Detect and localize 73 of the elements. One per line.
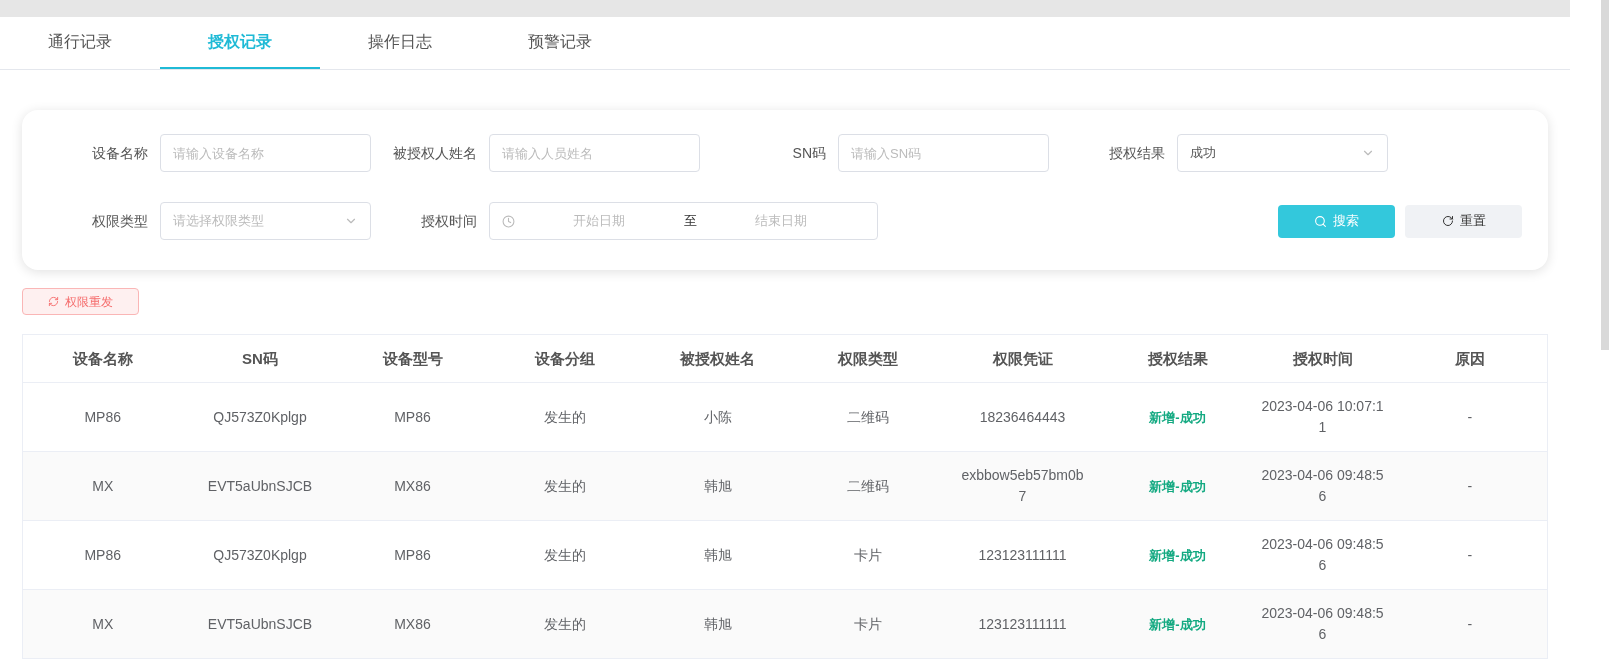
start-date-placeholder: 开始日期	[572, 212, 627, 231]
table-cell-text: 二维码	[846, 477, 889, 496]
filter-label: 被授权人姓名	[392, 143, 478, 163]
table-cell-text: 18236464443	[979, 408, 1066, 427]
table-cell-text: MP86	[84, 546, 122, 565]
text-input[interactable]: 请输入人员姓名	[489, 134, 700, 172]
column-header: 原因	[1454, 349, 1485, 367]
column-header: 授权时间	[1292, 349, 1353, 367]
table-cell-text: 韩旭	[703, 546, 732, 565]
table-cell-text: -	[1467, 408, 1473, 427]
table-cell-text: 123123111111	[978, 546, 1067, 565]
filter-label: SN码	[791, 143, 827, 163]
filter-label: 授权结果	[1108, 143, 1166, 163]
table-cell-text: exbbow5eb57bm0b7	[960, 465, 1085, 506]
search-icon	[1314, 214, 1327, 228]
table-cell-text: 2023-04-06 09:48:56	[1260, 534, 1385, 575]
table-cell-text: -	[1467, 615, 1473, 634]
tab[interactable]: 通行记录	[0, 17, 160, 69]
filter-label: 权限类型	[91, 211, 149, 231]
table-cell-text: 韩旭	[703, 615, 732, 634]
table-cell-text: MP86	[394, 546, 431, 565]
table-cell-text: MX86	[394, 477, 431, 496]
table-cell-text: 新增-成功	[1149, 409, 1206, 427]
refresh-icon	[48, 296, 59, 307]
table-cell-text: 发生的	[544, 477, 586, 496]
table-cell-text: -	[1467, 546, 1473, 565]
table-cell-text: 卡片	[853, 615, 882, 634]
tab[interactable]: 预警记录	[480, 17, 640, 69]
table-cell-text: 发生的	[544, 546, 586, 565]
column-header: 被授权姓名	[680, 349, 755, 367]
column-header: 设备分组	[535, 349, 595, 367]
scrollbar[interactable]	[1601, 0, 1609, 350]
table-cell-text: QJ573Z0Kplgp	[213, 546, 307, 565]
reset-button[interactable]: 重置	[1405, 204, 1522, 238]
table-cell-text: 新增-成功	[1149, 616, 1206, 634]
filter-label: 授权时间	[420, 211, 478, 231]
column-header: 权限凭证	[992, 349, 1053, 367]
table-cell-text: QJ573Z0Kplgp	[213, 408, 307, 427]
table-cell-text: EVT5aUbnSJCB	[207, 615, 313, 634]
table-cell-text: 二维码	[846, 408, 889, 427]
reset-icon	[1441, 215, 1454, 227]
filter-label: 设备名称	[91, 143, 149, 163]
table-cell-text: MX	[92, 615, 114, 634]
column-header: 设备型号	[382, 349, 443, 367]
table-cell-text: -	[1467, 477, 1473, 496]
end-date-placeholder: 结束日期	[753, 212, 808, 231]
table-cell-text: 卡片	[853, 546, 882, 565]
table-cell-text: 发生的	[544, 408, 586, 427]
text-input[interactable]: 请输入SN码	[838, 134, 1049, 172]
column-header: SN码	[242, 349, 278, 367]
table-cell-text: MP86	[84, 408, 122, 427]
table-cell-text: 发生的	[544, 615, 586, 634]
table-cell-text: MX	[92, 477, 114, 496]
table-cell-text: MX86	[394, 615, 431, 634]
table-cell-text: 2023-04-06 09:48:56	[1260, 603, 1385, 644]
column-header: 授权结果	[1147, 349, 1208, 367]
table-cell-text: MP86	[394, 408, 431, 427]
table-cell-text: 2023-04-06 09:48:56	[1260, 465, 1385, 506]
range-separator: 至	[683, 212, 697, 231]
clock-icon	[502, 214, 515, 228]
table-cell-text: 小陈	[703, 408, 732, 427]
text-input[interactable]: 请输入设备名称	[160, 134, 371, 172]
column-header: 权限类型	[837, 349, 898, 367]
select-field[interactable]: 成功	[1177, 134, 1388, 172]
date-range-field[interactable]: 开始日期 至 结束日期	[489, 202, 878, 240]
table-cell-text: 韩旭	[703, 477, 732, 496]
table-cell-text: 123123111111	[978, 615, 1067, 634]
tab[interactable]: 操作日志	[320, 17, 480, 69]
table-cell-text: EVT5aUbnSJCB	[207, 477, 313, 496]
table-cell-text: 新增-成功	[1149, 478, 1206, 496]
column-header: 设备名称	[72, 349, 133, 367]
table-cell-text: 新增-成功	[1149, 547, 1206, 565]
table-cell-text: 2023-04-06 10:07:11	[1260, 396, 1385, 437]
